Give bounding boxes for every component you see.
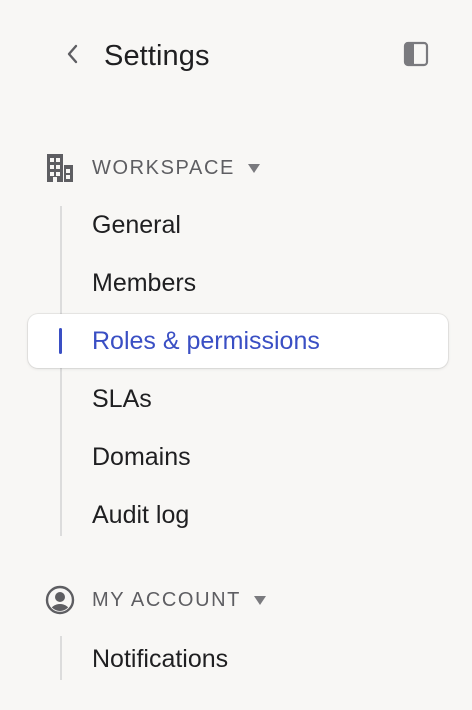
sidebar-item-roles-permissions[interactable]: Roles & permissions [28, 314, 448, 368]
sidebar-item-domains[interactable]: Domains [28, 430, 448, 484]
sidebar-toggle-button[interactable] [398, 38, 434, 74]
sidebar-item-audit-log[interactable]: Audit log [28, 488, 448, 542]
workspace-nav: General Members Roles & permissions SLAs… [28, 198, 448, 546]
sidebar-item-general[interactable]: General [28, 198, 448, 252]
sidebar-item-notifications[interactable]: Notifications [28, 632, 448, 686]
section-header-my-account[interactable]: MY ACCOUNT [44, 583, 267, 617]
section-label: WORKSPACE [92, 156, 235, 179]
section-header-workspace[interactable]: WORKSPACE [44, 151, 261, 185]
sidebar-item-slas[interactable]: SLAs [28, 372, 448, 426]
section-label: MY ACCOUNT [92, 588, 241, 611]
user-circle-icon [44, 584, 76, 616]
back-button[interactable] [56, 36, 90, 76]
active-indicator [59, 328, 62, 354]
page-title: Settings [104, 40, 210, 72]
chevron-left-icon [65, 42, 81, 71]
building-icon [44, 152, 76, 184]
sidebar-item-label: Roles & permissions [92, 326, 320, 355]
caret-down-icon [253, 594, 267, 606]
settings-header: Settings [0, 0, 472, 112]
sidebar-item-members[interactable]: Members [28, 256, 448, 310]
caret-down-icon [247, 162, 261, 174]
account-nav: Notifications [28, 632, 448, 690]
sidebar-toggle-icon [403, 41, 429, 72]
